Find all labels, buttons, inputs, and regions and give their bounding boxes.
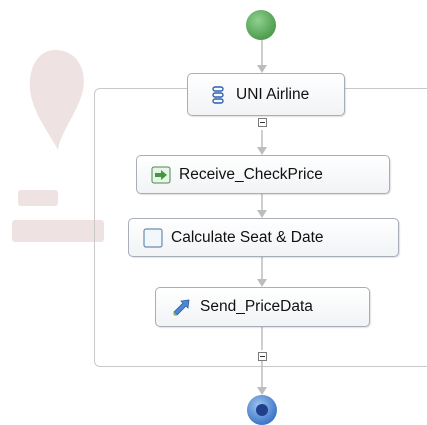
scope-collapse-toggle[interactable] bbox=[258, 118, 267, 127]
scope-bottom-collapse-toggle[interactable] bbox=[258, 352, 267, 361]
activity-label: Receive_CheckPrice bbox=[179, 165, 323, 183]
scope-header-node[interactable]: UNI Airline bbox=[187, 73, 345, 116]
activity-receive-checkprice[interactable]: Receive_CheckPrice bbox=[136, 155, 390, 194]
activity-send-pricedata[interactable]: Send_PriceData bbox=[155, 287, 370, 327]
flow-connectors bbox=[257, 40, 267, 395]
end-event-icon[interactable] bbox=[247, 395, 277, 425]
activity-label: Send_PriceData bbox=[200, 298, 313, 315]
start-event-icon[interactable] bbox=[246, 10, 276, 40]
activity-label: Calculate Seat & Date bbox=[171, 228, 324, 246]
empty-square-icon bbox=[143, 227, 163, 248]
send-arrow-icon bbox=[172, 297, 192, 317]
scope-label: UNI Airline bbox=[236, 85, 310, 103]
end-event-core bbox=[256, 404, 268, 416]
activity-calculate-seat-date[interactable]: Calculate Seat & Date bbox=[128, 218, 399, 257]
scope-icon bbox=[208, 85, 228, 105]
receive-arrow-icon bbox=[151, 165, 171, 185]
